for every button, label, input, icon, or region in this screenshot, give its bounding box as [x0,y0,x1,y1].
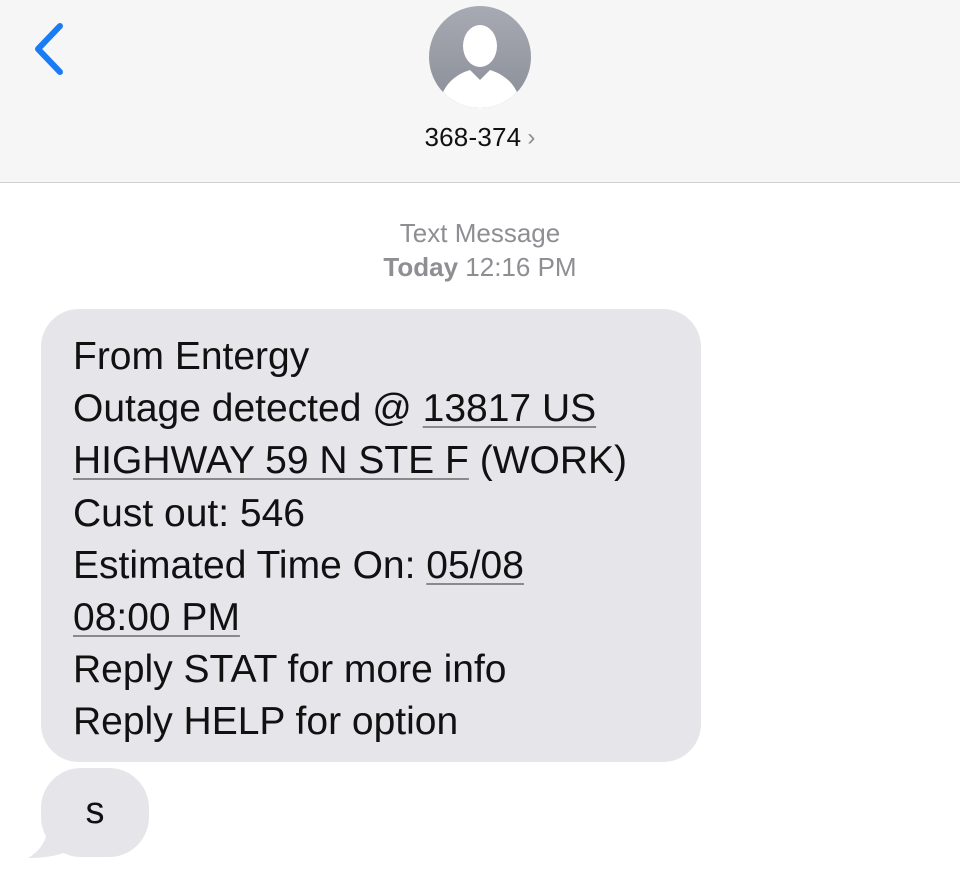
message-timestamp: Today 12:16 PM [0,250,960,284]
message-text: (WORK) [468,439,627,483]
conversation-header: 368-374 › [0,0,960,183]
chevron-left-icon [35,23,63,75]
message-line: From Entergy [73,335,310,378]
message-line: Estimated Time On: 05/08 [73,540,671,592]
incoming-message-bubble[interactable]: From Entergy Outage detected @ 13817 US … [41,309,701,762]
message-meta: Text Message Today 12:16 PM [0,216,960,284]
message-type-label: Text Message [399,218,561,248]
message-line: 08:00 PM [73,592,671,644]
message-text: Estimated Time On: [73,543,427,587]
timestamp-time: 12:16 PM [465,252,577,282]
message-line: Reply STAT for more info [73,648,507,692]
message-line: Outage detected @ 13817 US [73,383,671,435]
date-link[interactable]: 08:00 PM [73,596,240,639]
reply-message-bubble[interactable]: s [41,768,149,857]
message-line: Cust out: 546 [73,491,305,535]
message-line: Reply HELP for option [73,700,459,744]
reply-text: s [85,790,105,832]
contact-name: 368-374 [424,122,522,152]
contact-avatar[interactable] [429,6,531,108]
chevron-right-icon: › [527,124,536,151]
back-button[interactable] [28,20,72,78]
contact-name-button[interactable]: 368-374 › [0,122,960,153]
date-link[interactable]: 05/08 [426,544,524,587]
timestamp-day: Today [383,252,459,282]
person-silhouette-icon [439,25,521,108]
address-link[interactable]: HIGHWAY 59 N STE F [73,439,469,482]
address-link[interactable]: 13817 US [423,387,596,430]
message-text: Outage detected @ [73,387,423,431]
message-line: HIGHWAY 59 N STE F (WORK) [73,435,671,487]
